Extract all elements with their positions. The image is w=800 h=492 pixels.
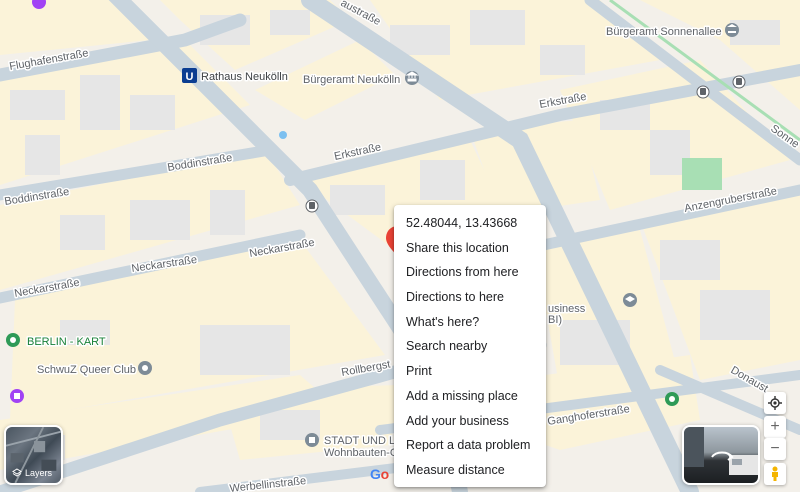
subway-icon[interactable]: U (182, 68, 197, 83)
bus-stop-icon-2[interactable] (696, 85, 710, 99)
fountain-dot (279, 131, 287, 139)
kart-track-icon[interactable] (6, 333, 20, 347)
pegman-button[interactable] (764, 463, 786, 485)
zoom-out-icon: − (770, 440, 780, 457)
menu-item-coordinates[interactable]: 52.48044, 13.43668 (394, 211, 546, 236)
government-building-icon-2[interactable] (725, 23, 739, 37)
street-view-thumbnail[interactable] (682, 425, 760, 485)
office-icon[interactable] (305, 433, 319, 447)
menu-item-report-problem[interactable]: Report a data problem (394, 433, 546, 458)
zoom-in-button[interactable]: + (764, 416, 786, 438)
government-building-icon[interactable] (405, 71, 419, 85)
layers-label: Layers (12, 468, 52, 478)
nightclub-icon[interactable] (138, 361, 152, 375)
place-label-buergeramt-neukoelln[interactable]: Bürgeramt Neukölln (302, 73, 402, 88)
layers-button[interactable]: Layers (4, 425, 63, 485)
zoom-in-icon: + (770, 418, 780, 435)
menu-item-measure-distance[interactable]: Measure distance (394, 458, 546, 483)
crosshair-icon (768, 396, 782, 410)
layers-icon (12, 468, 22, 477)
svg-text:U: U (186, 71, 194, 83)
menu-item-add-business[interactable]: Add your business (394, 409, 546, 434)
google-logo: Go (370, 466, 389, 482)
menu-item-directions-from[interactable]: Directions from here (394, 260, 546, 285)
place-label-rathaus-neukoelln[interactable]: Rathaus Neukölln (200, 70, 290, 85)
bus-stop-icon[interactable] (305, 199, 319, 213)
place-label-wohnbauten[interactable]: Wohnbauten-G (323, 446, 400, 461)
place-label-stadt-und-land[interactable]: STADT UND LA (323, 434, 405, 449)
menu-item-add-missing-place[interactable]: Add a missing place (394, 384, 546, 409)
place-label-bi-partial: BI) (548, 314, 562, 326)
zoom-out-button[interactable]: − (764, 438, 786, 460)
my-location-button[interactable] (764, 392, 786, 414)
menu-item-directions-to[interactable]: Directions to here (394, 285, 546, 310)
menu-item-whats-here[interactable]: What's here? (394, 310, 546, 335)
menu-item-print[interactable]: Print (394, 359, 546, 384)
menu-item-share-location[interactable]: Share this location (394, 236, 546, 261)
place-label-schwuz[interactable]: SchwuZ Queer Club (36, 363, 138, 378)
pegman-icon (772, 466, 778, 481)
park-icon[interactable] (665, 392, 679, 406)
place-label-buergeramt-sonnenallee[interactable]: Bürgeramt Sonnenallee (605, 25, 724, 40)
park-area (682, 158, 722, 190)
school-icon[interactable] (623, 293, 637, 307)
street-view-preview (684, 427, 758, 475)
context-menu: 52.48044, 13.43668 Share this location D… (394, 205, 546, 487)
place-label-berlin-kart[interactable]: BERLIN - KART (26, 335, 108, 350)
bus-stop-icon-3[interactable] (732, 75, 746, 89)
menu-item-search-nearby[interactable]: Search nearby (394, 334, 546, 359)
shopping-bag-icon[interactable] (10, 389, 24, 403)
